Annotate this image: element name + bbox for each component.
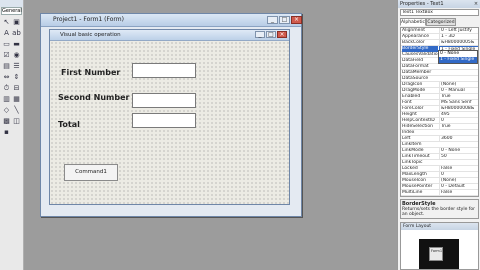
form-canvas[interactable]: First Number Second Number Total Command… <box>50 41 289 204</box>
total-textbox[interactable] <box>132 113 196 128</box>
textbox-icon[interactable]: ab <box>12 29 21 38</box>
properties-panel: Properties - Text1 × Text1 TextBox Alpha… <box>397 0 480 270</box>
maximize-icon[interactable]: □ <box>279 16 290 24</box>
frame-icon[interactable]: ▭ <box>2 40 11 49</box>
tab-alphabetic[interactable]: Alphabetic <box>400 18 426 26</box>
form-layout-title: Form Layout <box>401 223 478 230</box>
borderstyle-dropdown[interactable]: 0 - None 1 - Fixed Single <box>438 50 478 64</box>
form-close-icon[interactable]: × <box>277 31 287 38</box>
toolbox-tab-general[interactable]: General <box>1 7 22 15</box>
tab-categorized[interactable]: Categorized <box>426 18 456 26</box>
dropdown-option[interactable]: 1 - Fixed Single <box>439 57 477 63</box>
form-layout-panel: Form Layout Form1 <box>400 222 479 270</box>
dirlistbox-icon[interactable]: ▥ <box>2 95 11 104</box>
checkbox-icon[interactable]: ☑ <box>2 51 11 60</box>
form-minimize-icon[interactable]: _ <box>255 31 265 38</box>
ole-icon[interactable]: ▪ <box>2 128 11 137</box>
form1-window[interactable]: Visual basic operation _ □ × First Numbe… <box>49 29 290 205</box>
property-name: OLEDragMode <box>402 196 438 197</box>
commandbutton-icon[interactable]: ▬ <box>12 40 21 49</box>
minimize-icon[interactable]: _ <box>267 16 278 24</box>
second-number-textbox[interactable] <box>132 93 196 108</box>
layout-form-label: Form1 <box>431 249 443 253</box>
vscrollbar-icon[interactable]: ⇕ <box>12 73 21 82</box>
filelistbox-icon[interactable]: ▦ <box>12 95 21 104</box>
layout-form-preview[interactable]: Form1 <box>429 247 443 261</box>
second-number-label[interactable]: Second Number <box>58 93 129 102</box>
form-maximize-icon[interactable]: □ <box>266 31 276 38</box>
properties-title: Properties - Text1 <box>398 0 480 8</box>
listbox-icon[interactable]: ☰ <box>12 62 21 71</box>
toolbox-header <box>0 0 23 7</box>
property-value[interactable]: 0 - Manual <box>439 196 479 197</box>
designer-titlebar: Project1 - Form1 (Form) _ □ × <box>41 14 302 27</box>
line-icon[interactable]: ╲ <box>12 106 21 115</box>
first-number-label[interactable]: First Number <box>61 68 120 77</box>
properties-close-icon[interactable]: × <box>473 1 479 7</box>
toolbox-panel: General ↖ ▣ Aab ▭ ▬ ☑ ◉ ▤ ☰ ⇔ ⇕ ⏱ ⊟ ▥ ▦ ◇ ╲ ▩ ◫ ▪ <box>0 0 24 270</box>
property-row[interactable]: OLEDragMode0 - Manual <box>401 196 478 197</box>
timer-icon[interactable]: ⏱ <box>2 84 11 93</box>
object-selector[interactable]: Text1 TextBox <box>400 9 479 16</box>
designer-title: Project1 - Form1 (Form) <box>53 16 124 23</box>
data-icon[interactable]: ◫ <box>12 117 21 126</box>
label-icon[interactable]: A <box>2 29 11 38</box>
form-title: Visual basic operation <box>60 32 121 38</box>
total-label[interactable]: Total <box>58 120 80 129</box>
drivelistbox-icon[interactable]: ⊟ <box>12 84 21 93</box>
property-description: BorderStyle Returns/sets the border styl… <box>400 199 479 219</box>
optionbutton-icon[interactable]: ◉ <box>12 51 21 60</box>
close-icon[interactable]: × <box>291 16 302 24</box>
form-titlebar: Visual basic operation _ □ × <box>50 30 289 41</box>
combobox-icon[interactable]: ▤ <box>2 62 11 71</box>
description-text: Returns/sets the border style for an obj… <box>402 207 475 217</box>
command1-button[interactable]: Command1 <box>64 164 118 181</box>
pointer-icon[interactable]: ↖ <box>2 18 11 27</box>
shape-icon[interactable]: ◇ <box>2 106 11 115</box>
first-number-textbox[interactable] <box>132 63 196 78</box>
image-icon[interactable]: ▩ <box>2 117 11 126</box>
picturebox-icon[interactable]: ▣ <box>12 18 21 27</box>
hscrollbar-icon[interactable]: ⇔ <box>2 73 11 82</box>
